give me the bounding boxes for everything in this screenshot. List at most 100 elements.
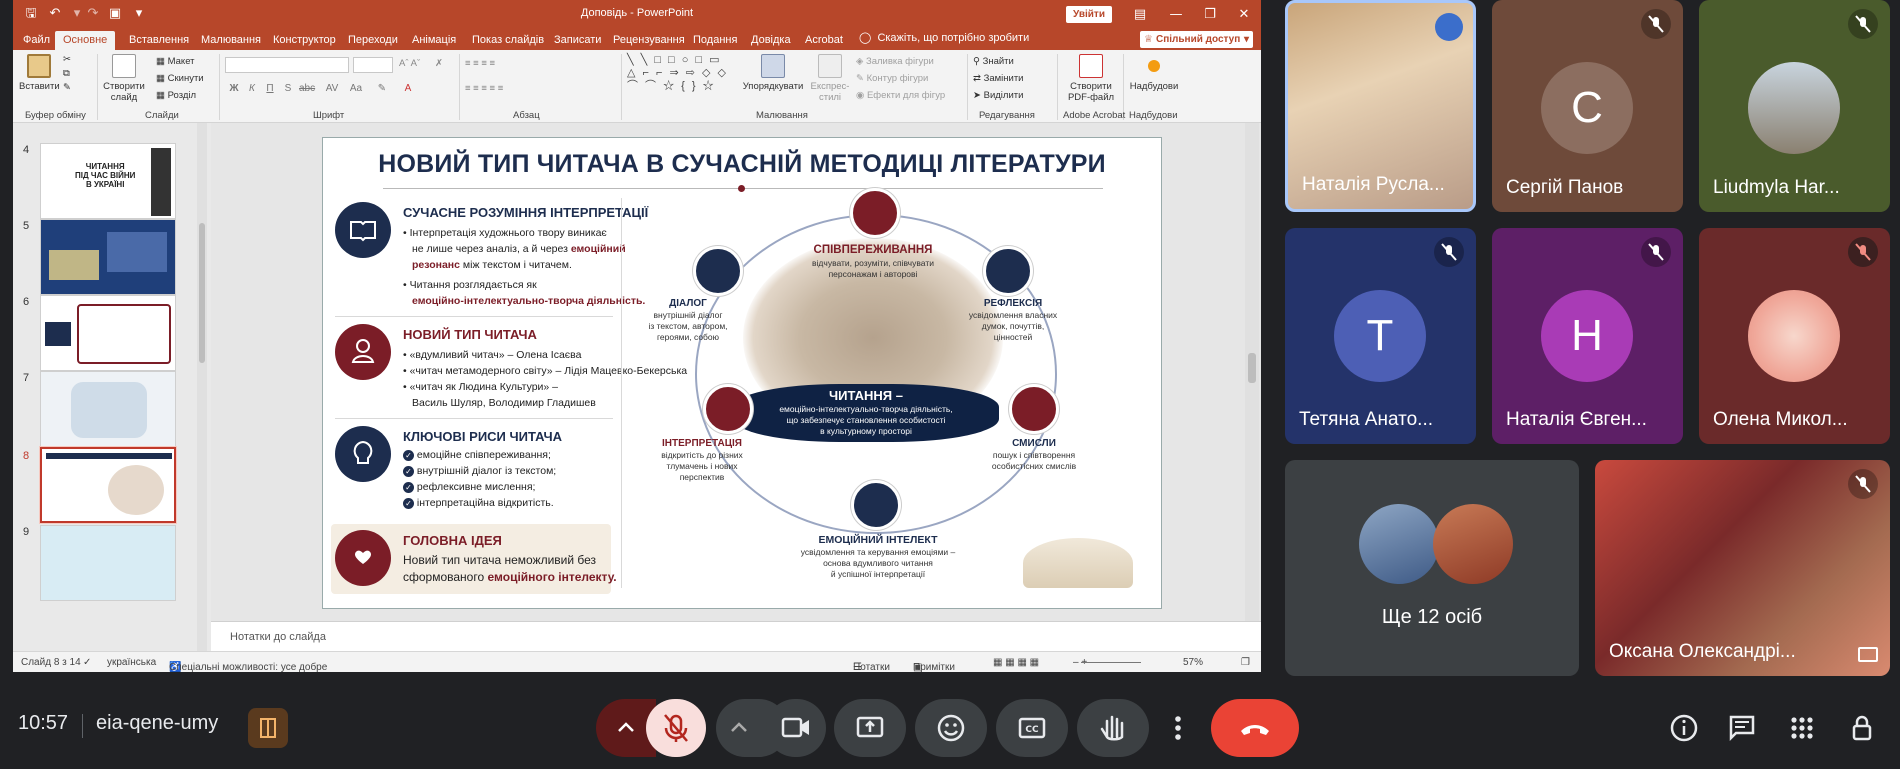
tab-animations[interactable]: Анімація (410, 31, 458, 50)
captions-button[interactable]: CC (996, 699, 1068, 757)
tab-acrobat[interactable]: Acrobat (803, 31, 845, 50)
select-button[interactable]: ➤ Виділити (973, 90, 1023, 101)
canvas-scrollbar[interactable] (1245, 123, 1259, 621)
current-slide[interactable]: НОВИЙ ТИП ЧИТАЧА В СУЧАСНІЙ МЕТОДИЦІ ЛІТ… (322, 137, 1162, 609)
save-icon[interactable]: 🖫 (23, 6, 39, 22)
present-screen-button[interactable] (834, 699, 906, 757)
change-case-icon[interactable]: Aa (349, 83, 363, 94)
section-button[interactable]: ▦ Розділ (156, 90, 196, 101)
spacing-icon[interactable]: AV (325, 83, 339, 94)
customize-qat-icon[interactable]: ▾ (131, 6, 147, 22)
shape-effects-button[interactable]: ◉ Ефекти для фігур (856, 90, 945, 101)
zoom-slider[interactable]: – + (1073, 657, 1142, 668)
underline-icon[interactable]: П (263, 83, 277, 94)
tab-review[interactable]: Рецензування (611, 31, 687, 50)
reactions-button[interactable] (915, 699, 987, 757)
present-from-start-icon[interactable]: ▣ (107, 6, 123, 22)
layout-button[interactable]: ▦ Макет (156, 56, 195, 67)
chat-button[interactable] (1724, 710, 1760, 746)
italic-icon[interactable]: К (245, 83, 259, 94)
reset-button[interactable]: ▦ Скинути (156, 73, 204, 84)
highlight-icon[interactable]: ✎ (375, 83, 389, 94)
thumbnail-slide-8[interactable] (39, 446, 177, 524)
strikethrough-icon[interactable]: abc (299, 83, 315, 94)
shapes-gallery[interactable]: ╲ ╲ □ □ ○ □ ▭ △ ⌐ ⌐ ⇒ ⇨ ◇ ◇ ⌒ ⌒ ☆ { } ☆ (627, 54, 739, 106)
tab-transitions[interactable]: Переходи (346, 31, 400, 50)
format-painter-icon[interactable]: ✎ (63, 82, 71, 93)
clear-format-icon[interactable]: ✗ (435, 58, 443, 69)
minimize-button[interactable]: — (1159, 0, 1193, 29)
tab-slideshow[interactable]: Показ слайдів (470, 31, 546, 50)
paste-button[interactable]: Вставити (19, 54, 60, 92)
participant-tile[interactable]: T Тетяна Анато... (1285, 228, 1476, 444)
shape-outline-button[interactable]: ✎ Контур фігури (856, 73, 928, 84)
pip-icon[interactable] (1858, 647, 1878, 662)
grow-font-icon[interactable]: Aˆ Aˇ (399, 58, 420, 69)
tell-me-search[interactable]: ◯ Скажіть, що потрібно зробити (859, 31, 1029, 44)
restore-button[interactable]: ❐ (1193, 0, 1227, 29)
quick-styles-button[interactable]: Експрес- стилі (807, 54, 853, 103)
thumbnail-slide-4[interactable]: ЧИТАННЯ ПІД ЧАС ВІЙНИ В УКРАЇНІ (40, 143, 176, 219)
view-buttons[interactable]: ▦ ▦ ▦ ▦ (993, 657, 1039, 668)
host-controls-button[interactable] (1844, 710, 1880, 746)
ribbon-display-icon[interactable]: ▤ (1123, 0, 1157, 29)
thumbs-scrollbar[interactable] (197, 123, 207, 651)
redo-icon[interactable]: ↷ (85, 6, 101, 22)
raise-hand-button[interactable] (1077, 699, 1149, 757)
thumbnail-slide-7[interactable] (40, 371, 176, 447)
create-pdf-button[interactable]: Створити PDF-файл (1063, 54, 1119, 103)
bullets-icon[interactable]: ≡ ≡ ≡ ≡ (465, 58, 495, 69)
tab-design[interactable]: Конструктор (271, 31, 338, 50)
others-tile[interactable]: Ще 12 осіб (1285, 460, 1579, 676)
participant-tile[interactable]: Наталія Русла... (1285, 0, 1476, 212)
shape-fill-button[interactable]: ◈ Заливка фігури (856, 56, 934, 67)
close-button[interactable]: ✕ (1227, 0, 1261, 29)
replace-button[interactable]: ⇄ Замінити (973, 73, 1023, 84)
fit-slide-icon[interactable]: ❐ (1241, 657, 1250, 668)
companion-app-icon[interactable] (248, 708, 288, 748)
scrollbar-thumb[interactable] (1248, 353, 1256, 383)
leave-call-button[interactable] (1211, 699, 1299, 757)
find-button[interactable]: ⚲ Знайти (973, 56, 1014, 67)
share-button[interactable]: ♕ Спільний доступ ▾ (1140, 31, 1253, 48)
thumbnail-slide-9[interactable] (40, 525, 176, 601)
tab-view[interactable]: Подання (691, 31, 739, 50)
camera-toggle-button[interactable] (766, 699, 826, 757)
undo-icon[interactable]: ↶ (47, 6, 63, 22)
font-color-icon[interactable]: A (401, 83, 415, 94)
align-icons[interactable]: ≡ ≡ ≡ ≡ ≡ (465, 83, 503, 94)
participant-tile[interactable]: C Сергій Панов (1492, 0, 1683, 212)
spellcheck-icon[interactable]: ✓ (83, 657, 91, 668)
notes-pane[interactable]: Нотатки до слайда (211, 621, 1261, 651)
tab-file[interactable]: Файл (21, 31, 52, 50)
tab-insert[interactable]: Вставлення (127, 31, 191, 50)
thumbnail-slide-6[interactable] (40, 295, 176, 371)
sign-in-button[interactable]: Увійти (1066, 6, 1112, 23)
participant-tile[interactable]: Н Наталія Євген... (1492, 228, 1683, 444)
participant-tile[interactable]: Олена Микол... (1699, 228, 1890, 444)
copy-icon[interactable]: ⧉ (63, 68, 70, 79)
addins-button[interactable]: Надбудови (1127, 54, 1181, 92)
tab-record[interactable]: Записати (552, 31, 603, 50)
scrollbar-thumb[interactable] (199, 223, 205, 363)
meeting-info-button[interactable] (1666, 710, 1702, 746)
participant-tile[interactable]: Liudmyla Har... (1699, 0, 1890, 212)
tab-draw[interactable]: Малювання (199, 31, 263, 50)
activities-button[interactable] (1784, 710, 1820, 746)
chevron-down-icon[interactable]: ▾ (69, 6, 85, 22)
thumbnail-slide-5[interactable] (40, 219, 176, 295)
language-indicator[interactable]: українська (107, 657, 156, 668)
shadow-icon[interactable]: S (281, 83, 295, 94)
arrange-button[interactable]: Упорядкувати (741, 54, 805, 92)
microphone-toggle-button[interactable] (646, 699, 706, 757)
participant-tile[interactable]: Оксана Олександрі... (1595, 460, 1890, 676)
zoom-level[interactable]: 57% (1183, 657, 1203, 668)
tab-home[interactable]: Основне (55, 31, 116, 50)
font-size-combo[interactable] (353, 57, 393, 73)
more-options-button[interactable] (1158, 699, 1198, 757)
font-name-combo[interactable] (225, 57, 349, 73)
new-slide-button[interactable]: Створити слайд (101, 54, 147, 103)
bold-icon[interactable]: Ж (227, 83, 241, 94)
tab-help[interactable]: Довідка (749, 31, 793, 50)
cut-icon[interactable]: ✂ (63, 54, 71, 65)
